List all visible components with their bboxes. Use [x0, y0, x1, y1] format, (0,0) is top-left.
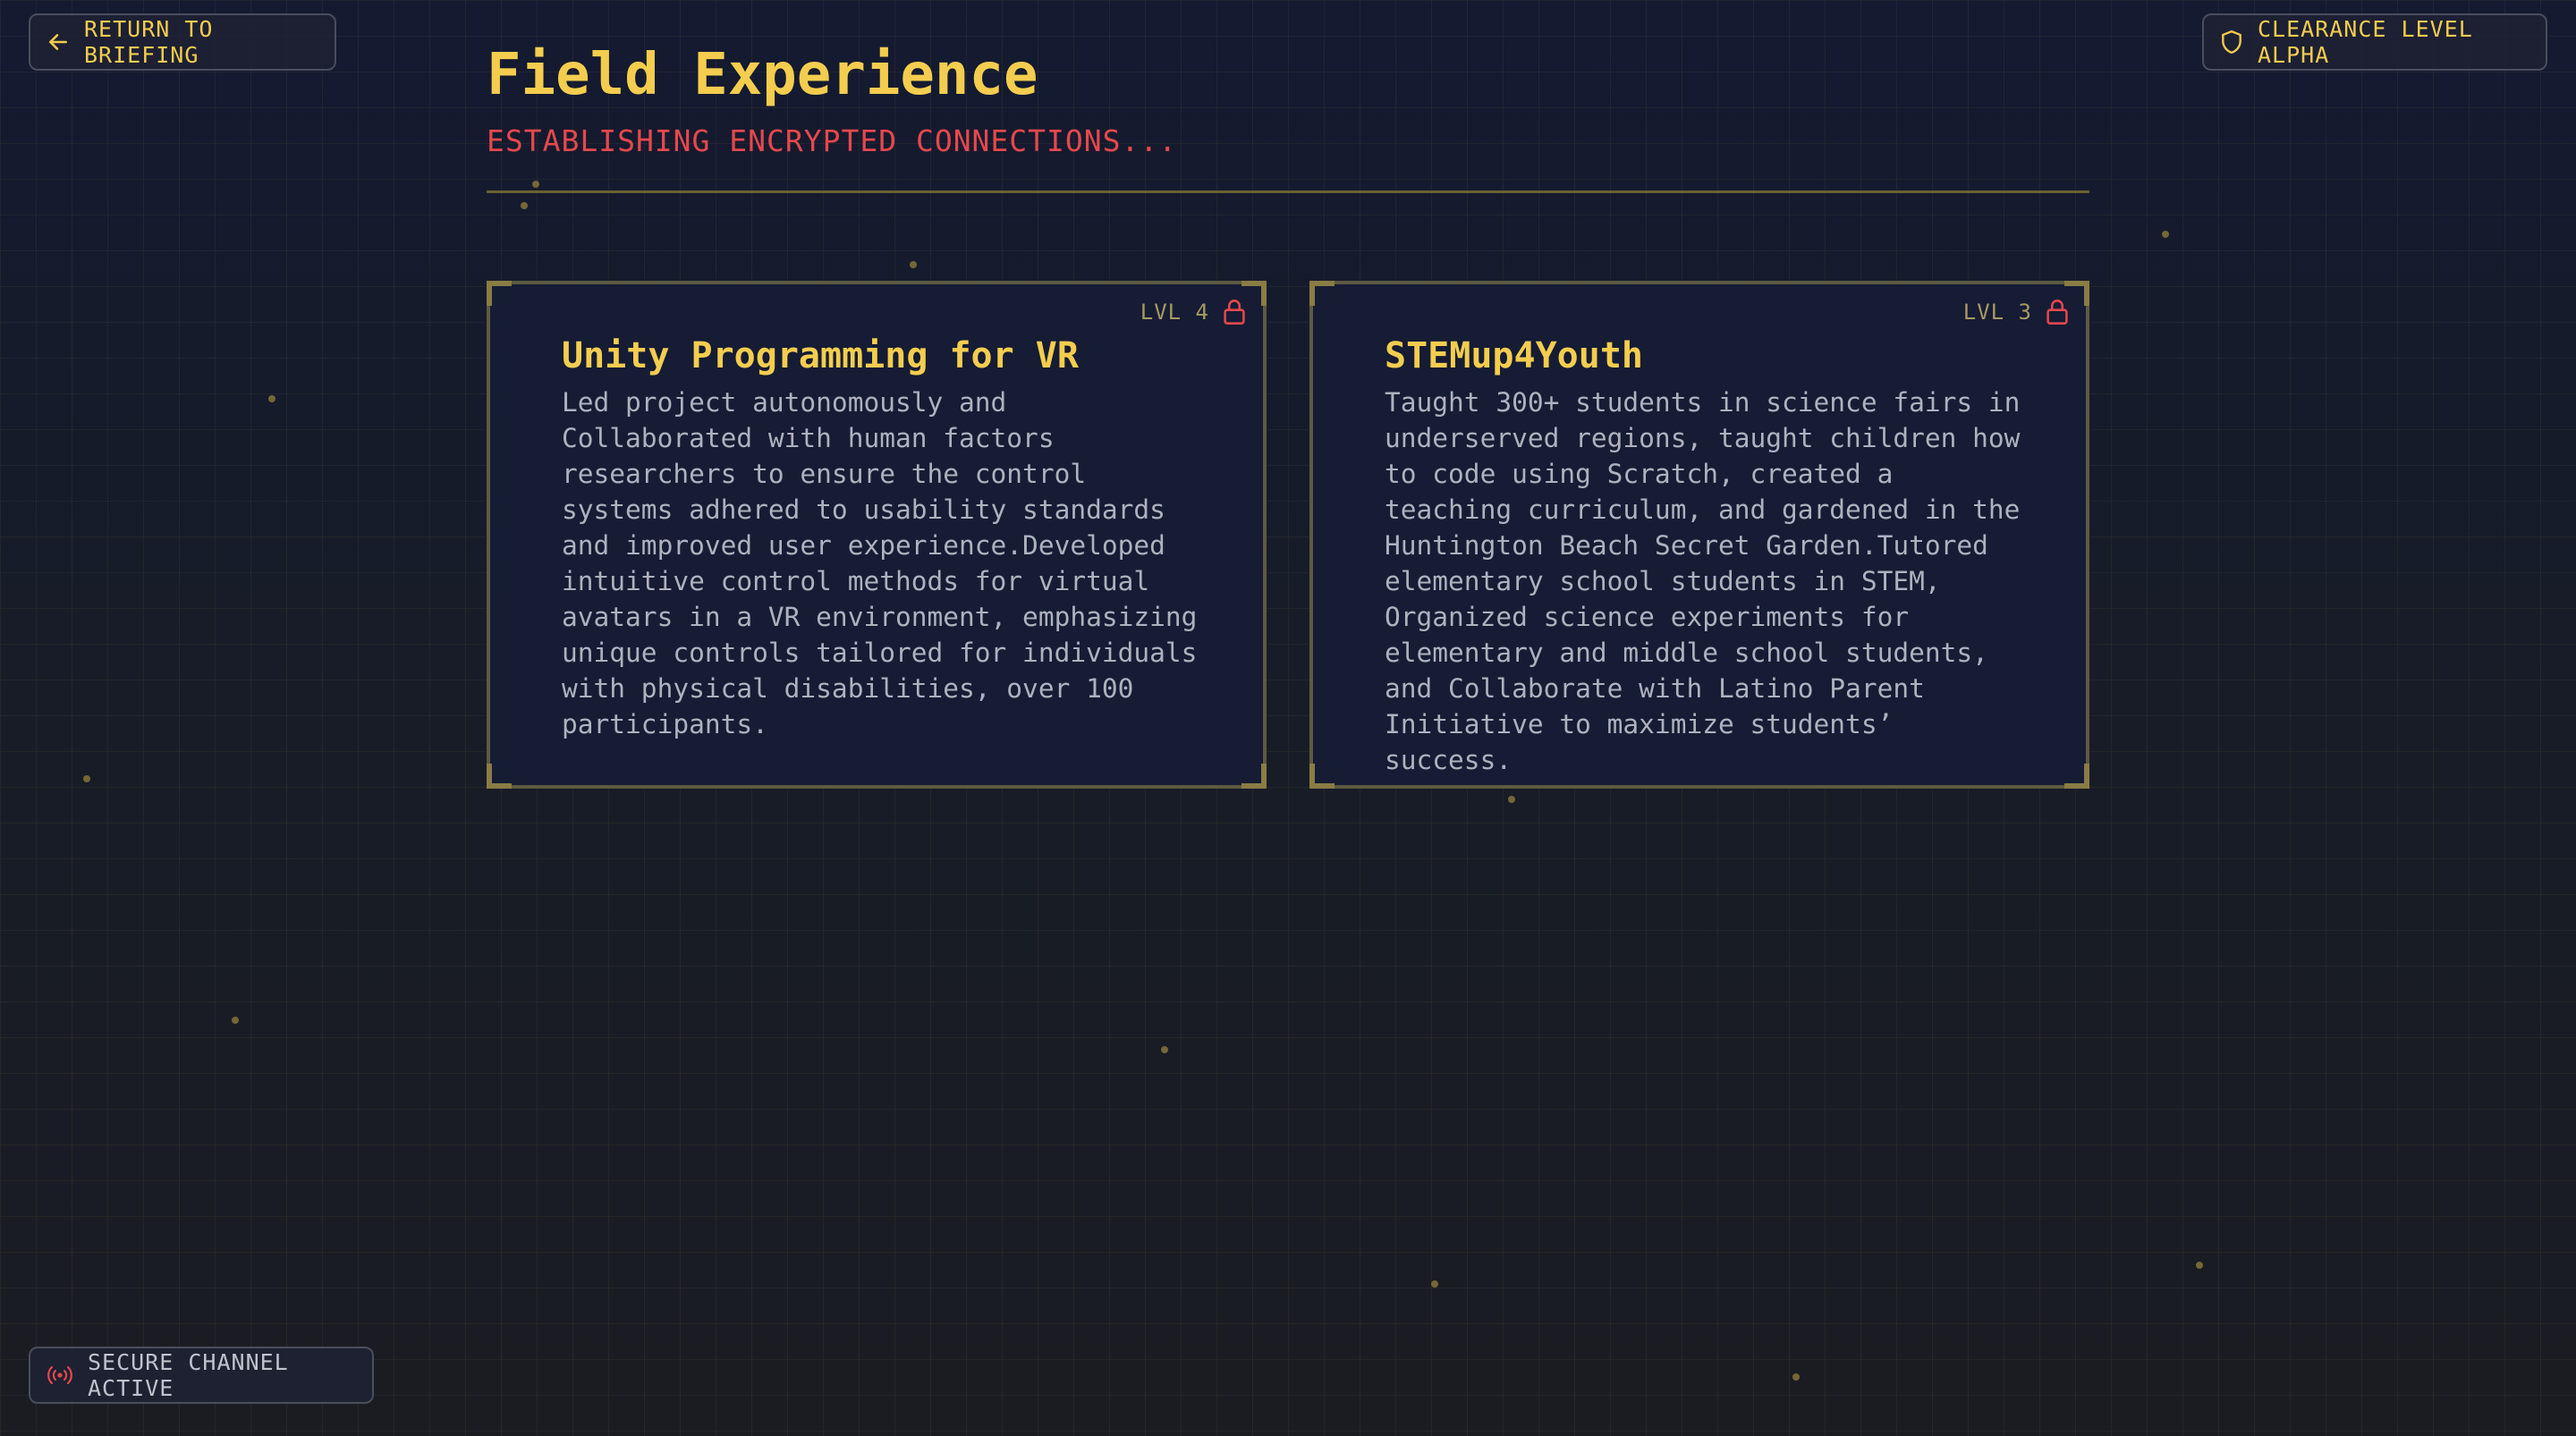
particle-dot — [1792, 1373, 1800, 1381]
corner-bracket — [2064, 764, 2089, 789]
particle-dot — [2196, 1262, 2203, 1269]
particle-dot — [2162, 231, 2169, 238]
corner-bracket — [1309, 281, 1335, 306]
particle-dot — [1431, 1280, 1438, 1288]
card-level-indicator: LVL 3 — [1963, 299, 2070, 325]
page-title: Field Experience — [487, 42, 1038, 108]
experience-card[interactable]: LVL 3 STEMup4Youth Taught 300+ students … — [1309, 281, 2089, 789]
particle-dot — [521, 202, 528, 209]
particle-dot — [232, 1017, 239, 1024]
arrow-left-icon — [49, 34, 67, 50]
particle-dot — [910, 261, 917, 268]
experience-card[interactable]: LVL 4 Unity Programming for VR Led proje… — [487, 281, 1267, 789]
corner-bracket — [1309, 764, 1335, 789]
lock-icon — [2046, 300, 2068, 325]
radio-signal-icon — [47, 1365, 72, 1385]
corner-bracket — [487, 764, 512, 789]
card-level-label: LVL 4 — [1140, 300, 1209, 325]
clearance-label: CLEARANCE LEVEL ALPHA — [2258, 16, 2473, 68]
return-to-briefing-button[interactable]: RETURN TO BRIEFING — [29, 13, 336, 71]
connection-status-text: ESTABLISHING ENCRYPTED CONNECTIONS... — [487, 123, 1178, 158]
clearance-level-badge: CLEARANCE LEVEL ALPHA — [2202, 13, 2547, 71]
header-divider — [487, 190, 2089, 193]
card-title: STEMup4Youth — [1385, 335, 1643, 376]
particle-dot — [1161, 1046, 1168, 1053]
particle-dot — [83, 775, 90, 782]
secure-channel-status: SECURE CHANNEL ACTIVE — [29, 1347, 374, 1404]
card-level-indicator: LVL 4 — [1140, 299, 1247, 325]
card-level-label: LVL 3 — [1962, 300, 2032, 325]
particle-dot — [1508, 796, 1515, 803]
return-button-label: RETURN TO BRIEFING — [84, 16, 214, 68]
shield-icon — [2222, 30, 2241, 55]
secure-channel-label: SECURE CHANNEL ACTIVE — [88, 1349, 289, 1401]
corner-bracket — [487, 281, 512, 306]
particle-dot — [532, 181, 539, 188]
lock-icon — [1224, 300, 1245, 325]
corner-bracket — [1241, 764, 1267, 789]
card-description: Taught 300+ students in science fairs in… — [1385, 387, 2021, 775]
particle-dot — [268, 395, 275, 402]
card-description: Led project autonomously and Collaborate… — [562, 387, 1198, 739]
card-title: Unity Programming for VR — [562, 335, 1079, 376]
